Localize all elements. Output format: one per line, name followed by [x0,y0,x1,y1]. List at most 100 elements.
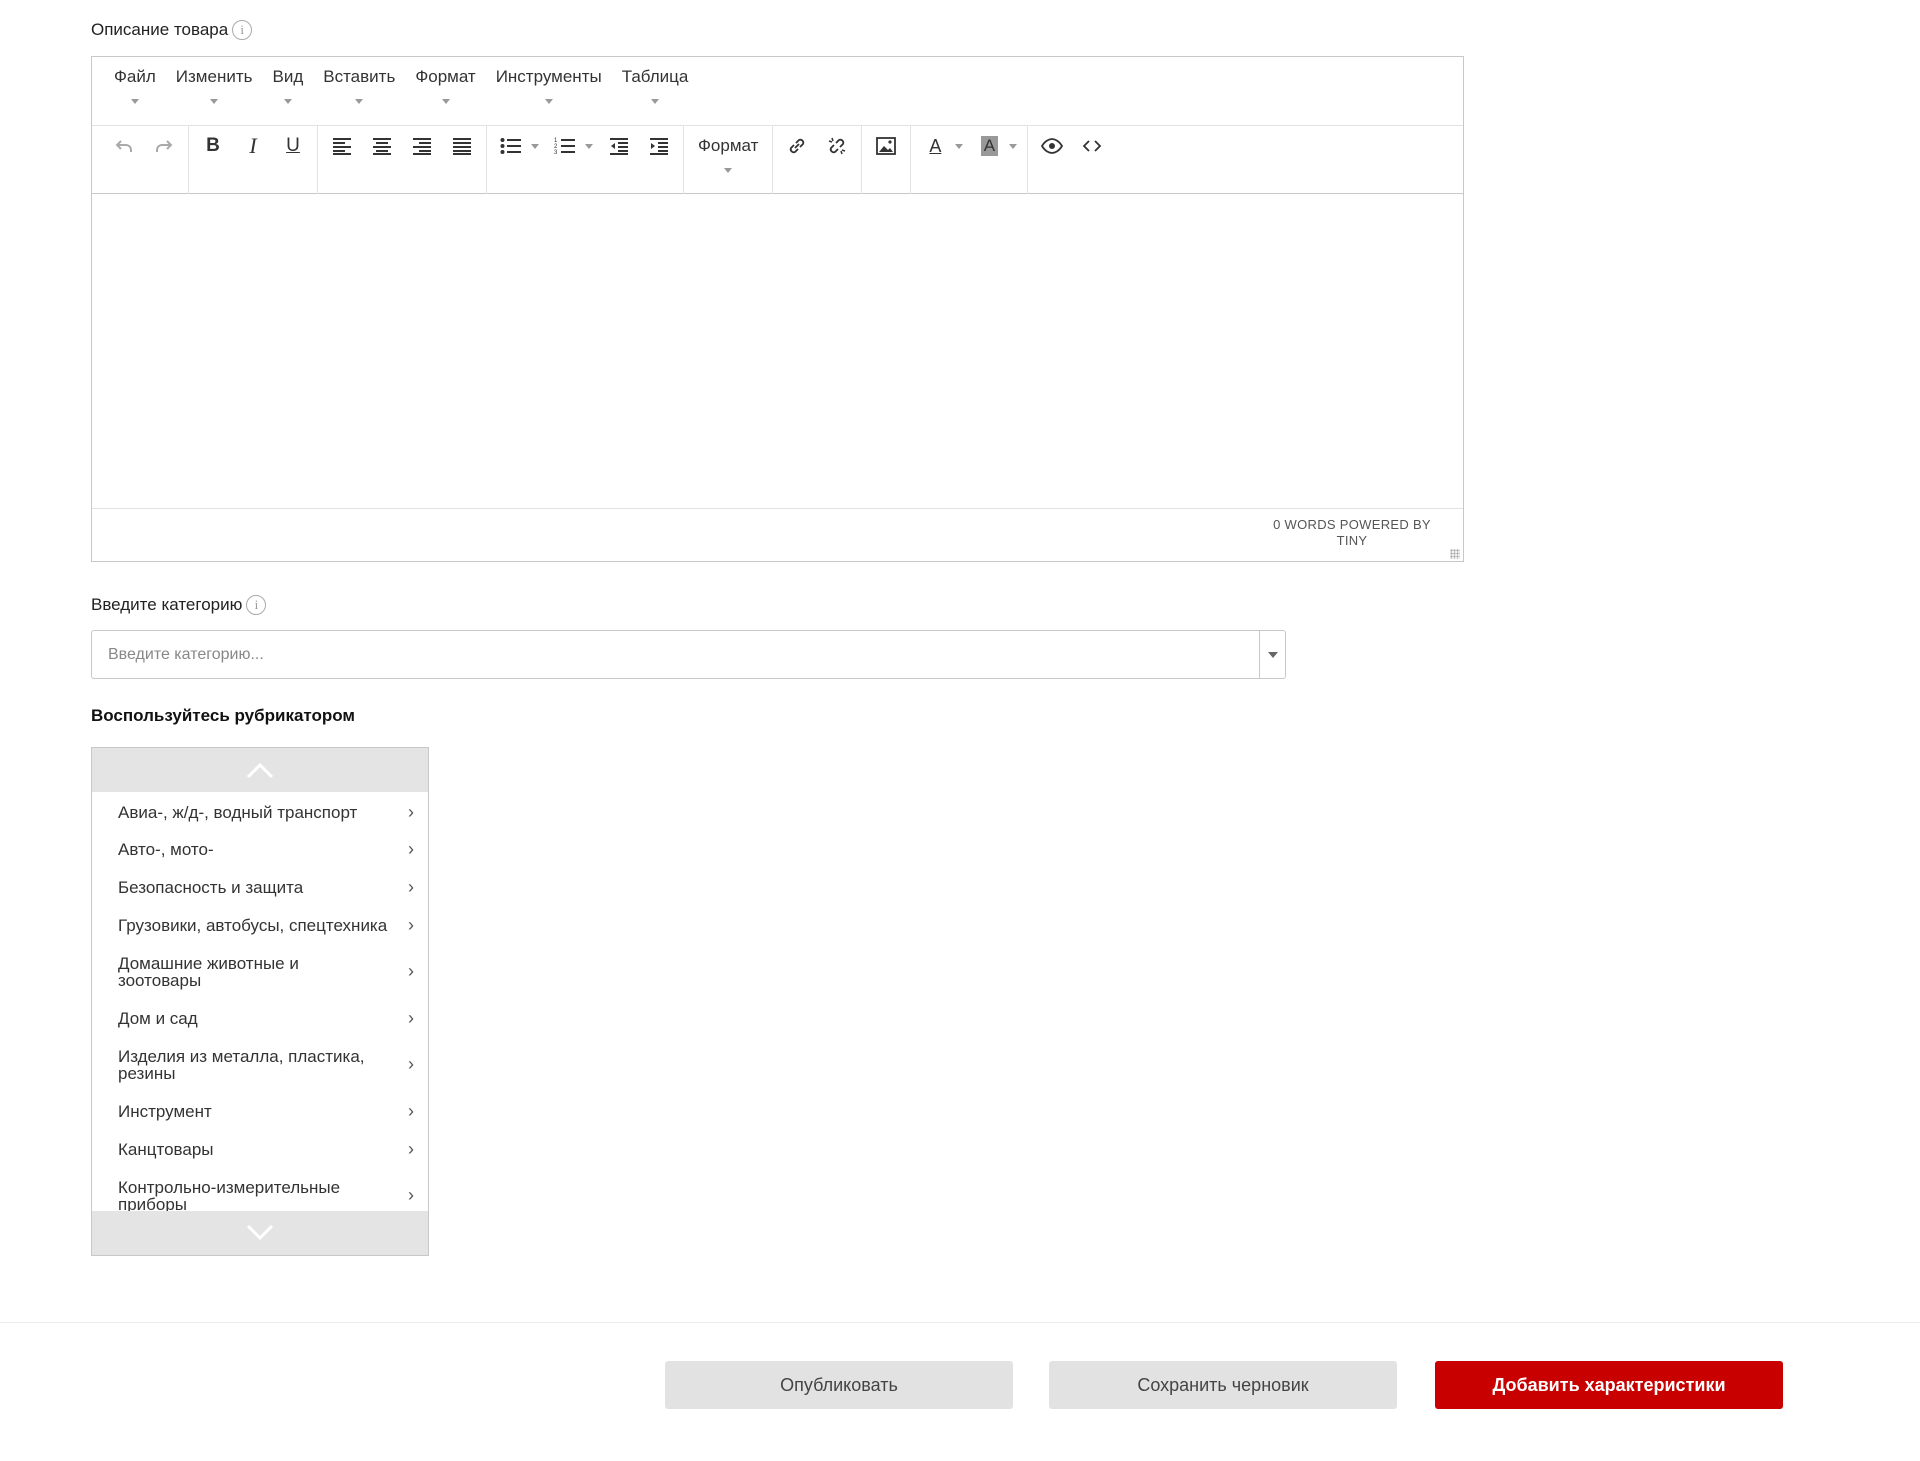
text-color-button[interactable]: A [915,126,955,166]
underline-button[interactable]: U [273,126,313,166]
outdent-icon [610,138,628,155]
list-item[interactable]: Дом и сад › [92,999,428,1037]
align-left-button[interactable] [322,126,362,166]
list-item[interactable]: Инструмент › [92,1092,428,1130]
list-item-label: Канцтовары [118,1139,214,1159]
list-item-label: Авиа-, ж/д-, водный транспорт [118,802,358,822]
list-item[interactable]: Авто-, мото- › [92,830,428,868]
chevron-down-icon[interactable] [531,144,539,149]
redo-icon [156,140,173,152]
align-left-icon [333,138,351,155]
insert-link-button[interactable] [777,126,817,166]
chevron-right-icon: › [408,876,414,897]
chevron-down-icon [441,99,450,104]
footer-divider [0,1322,1920,1323]
rubricator: Авиа-, ж/д-, водный транспорт › Авто-, мо… [91,747,429,1256]
add-specs-button[interactable]: Добавить характеристики [1435,1361,1783,1409]
list-item[interactable]: Авиа-, ж/д-, водный транспорт › [92,792,428,830]
menu-edit-label: Изменить [175,67,253,86]
publish-button[interactable]: Опубликовать [665,1361,1013,1409]
editor-statusbar: 0 WORDS POWERED BY TINY [92,509,1463,562]
numbered-list-icon: 123 [554,138,575,156]
align-justify-button[interactable] [442,126,482,166]
info-icon[interactable]: i [246,595,267,615]
chevron-down-icon[interactable] [585,144,593,149]
category-dropdown-button[interactable] [1259,631,1285,678]
editor-content-area[interactable] [92,194,1463,509]
list-item[interactable]: Грузовики, автобусы, спецтехника › [92,906,428,944]
menu-table[interactable]: Таблица [612,57,699,115]
scroll-down-button[interactable] [92,1211,428,1255]
category-label-text: Введите категорию [91,595,243,614]
resize-handle-icon[interactable] [1450,549,1460,559]
numbered-list-button[interactable]: 123 [545,126,585,166]
menu-file-label: Файл [114,67,156,86]
remove-link-button[interactable] [817,126,857,166]
indent-icon [650,138,668,155]
chevron-down-icon[interactable] [1009,144,1018,149]
align-justify-icon [453,138,471,155]
italic-button[interactable]: I [233,126,273,166]
insert-image-button[interactable] [866,126,906,166]
list-item-label: Изделия из металла, пластика, резины [118,1046,365,1083]
background-color-button[interactable]: A [969,126,1009,166]
rubricator-title: Воспользуйтесь рубрикатором [91,706,356,725]
menu-table-label: Таблица [621,67,689,86]
menu-format-label: Формат [415,67,476,86]
list-item-label: Инструмент [118,1101,212,1121]
menu-file[interactable]: Файл [104,57,166,115]
chevron-right-icon: › [408,1185,414,1205]
list-item[interactable]: Канцтовары › [92,1130,428,1168]
list-item[interactable]: Изделия из металла, пластика, резины › [92,1037,428,1092]
align-center-button[interactable] [362,126,402,166]
save-draft-button[interactable]: Сохранить черновик [1049,1361,1397,1409]
menu-format[interactable]: Формат [405,57,485,115]
format-dropdown[interactable]: Формат [688,126,768,184]
image-group [862,126,912,194]
menu-insert[interactable]: Вставить [313,57,405,115]
image-icon [876,137,897,155]
menu-insert-label: Вставить [323,67,396,86]
chevron-down-icon [210,99,219,104]
preview-button[interactable] [1032,126,1072,166]
category-select [91,630,1286,679]
category-input[interactable] [92,631,1259,678]
chevron-right-icon: › [408,801,414,822]
align-group [318,126,487,194]
svg-text:3: 3 [554,150,558,156]
redo-button[interactable] [144,126,184,166]
bullet-list-button[interactable] [491,126,531,166]
info-icon[interactable]: i [232,20,253,40]
align-right-icon [413,138,431,155]
chevron-down-icon [283,99,292,104]
indent-button[interactable] [639,126,679,166]
bold-button[interactable]: B [193,126,233,166]
undo-icon [115,140,132,152]
list-item[interactable]: Домашние животные и зоотовары › [92,944,428,999]
list-item[interactable]: Контрольно-измерительные приборы › [92,1168,428,1212]
scroll-up-button[interactable] [92,748,428,792]
rich-text-editor: Файл Изменить Вид Вставить Формат Инстру… [91,56,1464,562]
list-item-label: Грузовики, автобусы, спецтехника [118,915,388,935]
description-label: Описание товара i [91,20,253,40]
source-code-button[interactable] [1072,126,1112,166]
rubricator-list: Авиа-, ж/д-, водный транспорт › Авто-, мо… [92,792,428,1212]
align-center-icon [373,138,391,155]
format-group: Формат [684,126,774,194]
undo-button[interactable] [104,126,144,166]
list-item[interactable]: Безопасность и защита › [92,868,428,906]
chevron-down-icon[interactable] [955,144,964,149]
menu-tools[interactable]: Инструменты [486,57,612,115]
list-item-label: Дом и сад [118,1008,198,1028]
list-item-label: Безопасность и защита [118,877,304,897]
menu-view[interactable]: Вид [262,57,313,115]
chevron-right-icon: › [408,1100,414,1121]
arrow-up-icon [246,762,274,779]
outdent-button[interactable] [599,126,639,166]
chevron-down-icon [355,99,364,104]
code-icon [1083,140,1102,152]
menu-edit[interactable]: Изменить [166,57,263,115]
chevron-right-icon: › [408,1007,414,1028]
category-label: Введите категорию i [91,595,267,615]
align-right-button[interactable] [402,126,442,166]
